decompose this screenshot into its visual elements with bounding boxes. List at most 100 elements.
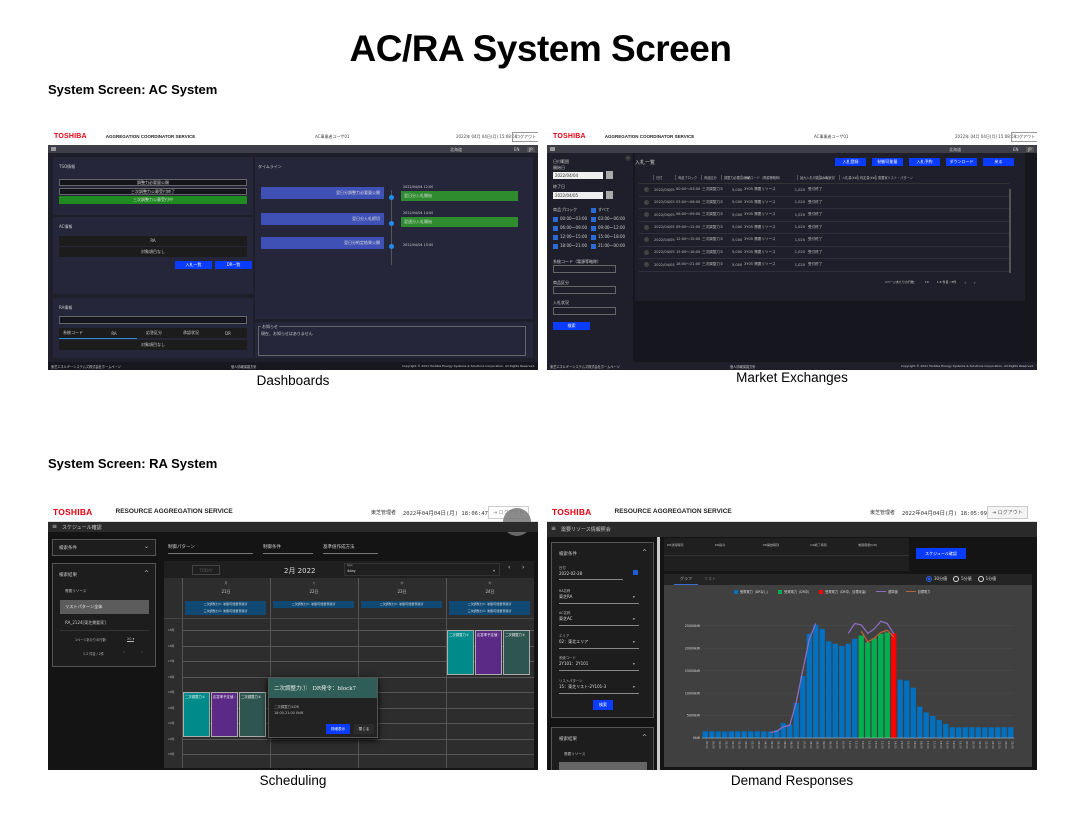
field-value[interactable]: 2022-02-28 (559, 571, 623, 580)
radio-icon[interactable] (644, 224, 649, 230)
prev-page-icon[interactable]: ‹ (964, 280, 966, 285)
block-checkbox[interactable]: 21:00〜00:00 (591, 243, 625, 249)
schedule-event[interactable]: 応答率予定値 : (475, 630, 502, 675)
field-value[interactable]: 2Y101：2Y101 (559, 661, 639, 671)
chart-bar[interactable] (995, 727, 1001, 738)
schedule-event[interactable]: 二次調整力① (183, 692, 210, 737)
logout-button[interactable]: ⇥ ログアウト (987, 506, 1028, 519)
block-checkbox[interactable]: 15:00〜18:00 (591, 234, 625, 240)
radio-icon[interactable] (644, 187, 649, 193)
lang-en[interactable]: EN (1013, 147, 1019, 152)
radio-icon[interactable] (644, 249, 649, 255)
bid-status-select[interactable] (553, 307, 616, 315)
schedule-event[interactable]: 二次調整力① (239, 692, 266, 737)
table-row[interactable]: 2022/04/05 18:00〜21:00 三次調整力② 5,000 3Y05 需要リ… (639, 259, 1009, 272)
tab-graph[interactable]: グラフ (674, 576, 698, 585)
prev-page-icon[interactable]: ‹ (123, 650, 125, 655)
chart-bar[interactable] (728, 731, 734, 738)
list-item-selected[interactable] (559, 762, 647, 770)
day-tag[interactable]: 二次調整力①: 制御可能量登録済 (185, 601, 266, 608)
chart-bar[interactable] (741, 731, 747, 738)
action-button[interactable]: 戻る (983, 158, 1014, 166)
radio-icon[interactable] (644, 199, 649, 205)
chart-bar[interactable] (969, 727, 975, 738)
tab-baseline-method[interactable]: 基準値作成方法 (323, 544, 378, 554)
block-checkbox[interactable]: 06:00〜09:00 (553, 225, 587, 231)
table-row[interactable]: 2022/04/05 03:00〜06:00 三次調整力② 5,000 3Y05 需要リ… (639, 197, 1009, 209)
chart-bar[interactable] (754, 731, 760, 738)
checkbox-all[interactable]: すべて (591, 207, 610, 213)
chart-bar[interactable] (722, 731, 728, 738)
field-value[interactable]: 東芝AC (559, 616, 639, 626)
field-value[interactable]: 15：東芝リスト-2Y101-3 (559, 684, 639, 694)
chart-bar[interactable] (871, 638, 877, 738)
chart-bar[interactable] (936, 720, 942, 738)
next-icon[interactable]: › (522, 564, 524, 571)
action-button[interactable]: 入札予約 (909, 158, 940, 166)
chart-bar[interactable] (813, 624, 819, 738)
ra-search-input[interactable] (59, 316, 247, 324)
chart-bar[interactable] (702, 731, 708, 738)
search-button[interactable]: 検索 (593, 700, 613, 710)
splitter[interactable] (657, 537, 660, 770)
menu-icon[interactable] (51, 147, 56, 151)
day-tag[interactable]: 二次調整力①: 制御可能量登録済 (273, 601, 354, 608)
radio-icon[interactable] (644, 212, 649, 218)
list-item[interactable]: RA_2124[東芝需要家] (65, 620, 106, 626)
timeline-event[interactable]: 翌日分約定結果公開 (261, 237, 384, 249)
day-tag[interactable]: 二次調整力①: 制御可能量登録済 (361, 601, 442, 608)
chart-bar[interactable] (917, 706, 923, 738)
tab-control-condition[interactable]: 制御条件 (263, 544, 313, 554)
block-checkbox[interactable]: 09:00〜12:00 (591, 225, 625, 231)
dr-list-button[interactable]: DR一覧 (215, 261, 252, 269)
chart-bar[interactable] (715, 731, 721, 738)
search-button[interactable]: 検索 (553, 322, 590, 330)
radio-icon[interactable] (644, 237, 649, 243)
collapse-icon[interactable]: ‹ (625, 155, 631, 161)
chart-bar[interactable] (884, 632, 890, 738)
menu-icon[interactable]: ≡ (52, 524, 57, 530)
chevron-up-icon[interactable]: ^ (642, 734, 647, 741)
interval-radio[interactable]: 1分値 (977, 576, 996, 582)
start-date-input[interactable]: 2022/04/04 (553, 172, 603, 179)
bid-list-button[interactable]: 入札一覧 (175, 261, 212, 269)
chart-bar[interactable] (930, 715, 936, 738)
table-row[interactable]: 2022/04/05 06:00〜09:00 三次調整力② 5,000 3Y05 需要リ… (639, 209, 1009, 222)
chart-bar[interactable] (709, 731, 715, 738)
grid-code-select[interactable] (553, 265, 616, 273)
day-date[interactable]: 21日 (182, 589, 270, 595)
end-date-input[interactable]: 2022/04/05 (553, 192, 603, 199)
chevron-up-icon[interactable]: ^ (642, 549, 647, 556)
chart-bar[interactable] (982, 727, 988, 738)
timeline-event[interactable]: 翌日分入札締切 (261, 213, 384, 225)
interval-radio[interactable]: 30分値 (926, 576, 947, 582)
chart-bar[interactable] (923, 712, 929, 738)
menu-icon[interactable]: ≡ (551, 526, 556, 532)
per-page-select[interactable]: 20 ▾ (127, 637, 135, 642)
footer-link-home[interactable]: 東芝エネルギーシステムズ株式会社ホームページ (550, 364, 620, 369)
menu-icon[interactable] (550, 147, 555, 151)
chart-bar[interactable] (943, 724, 949, 738)
today-button[interactable]: TODAY (192, 565, 220, 575)
tab-control-pattern[interactable]: 制御パターン (168, 544, 253, 554)
interval-radio[interactable]: 5分値 (953, 576, 972, 582)
chart-bar[interactable] (962, 727, 968, 738)
chart-bar[interactable] (891, 633, 897, 738)
block-checkbox[interactable]: 03:00〜06:00 (591, 216, 625, 222)
chart-bar[interactable] (748, 731, 754, 738)
next-page-icon[interactable]: › (141, 650, 143, 655)
timeline-event[interactable]: 翌日分調整力必要量公開 (261, 187, 384, 199)
chart-bar[interactable] (904, 680, 910, 738)
list-item-selected[interactable]: リストパターン全体 (60, 600, 149, 614)
schedule-event[interactable]: 二次調整力① (447, 630, 474, 675)
view-type-select[interactable]: type 4day ▾ (344, 563, 500, 576)
chart-bar[interactable] (735, 731, 741, 738)
radio-icon[interactable] (644, 262, 649, 268)
region-select[interactable]: 北海道 (450, 147, 462, 153)
chart-bar[interactable] (975, 727, 981, 738)
block-checkbox[interactable]: 00:00〜03:00 (553, 216, 587, 222)
schedule-event[interactable]: 二次調整力① (503, 630, 530, 675)
day-date[interactable]: 22日 (270, 589, 358, 595)
tso-item-active[interactable]: 三次調整力公募受付中 (59, 196, 247, 204)
tab-list[interactable]: リスト (704, 576, 716, 582)
